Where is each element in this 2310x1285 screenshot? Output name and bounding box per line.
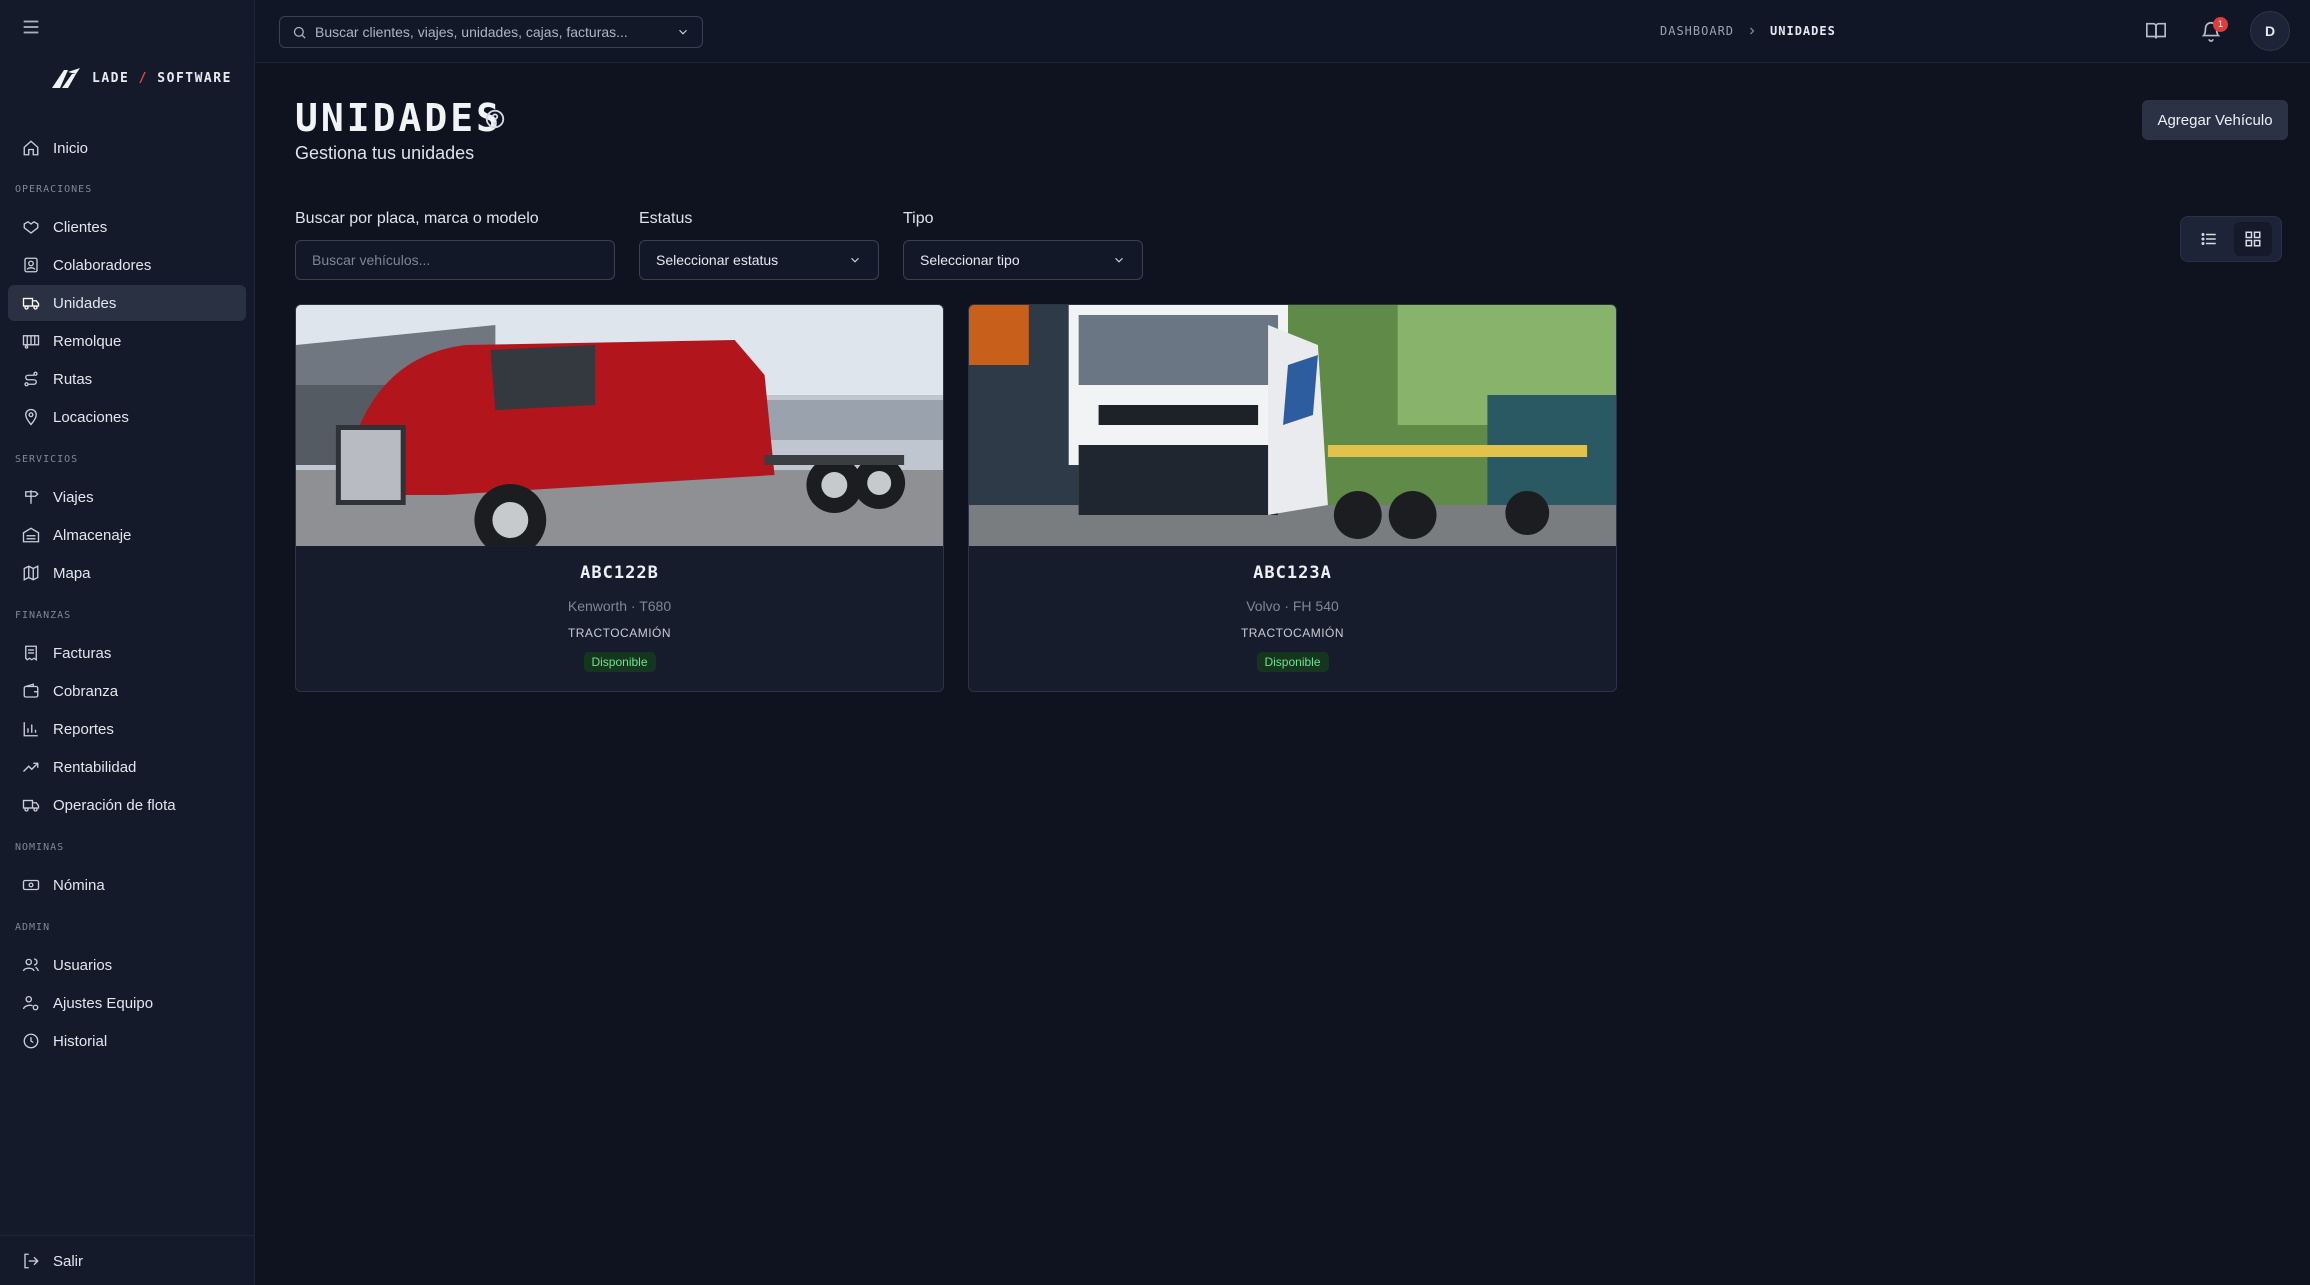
search-filter-label: Buscar por placa, marca o modelo	[295, 210, 539, 227]
sidebar-item-mapa[interactable]: Mapa	[8, 555, 246, 591]
logout-button[interactable]: Salir	[8, 1243, 246, 1279]
receipt-icon	[25, 645, 37, 662]
add-vehicle-button[interactable]: Agregar Vehículo	[2142, 100, 2288, 140]
global-search-input[interactable]: Buscar clientes, viajes, unidades, cajas…	[279, 16, 703, 48]
vehicle-search-input[interactable]: Buscar vehículos...	[295, 240, 615, 280]
wallet-icon	[23, 683, 39, 698]
book-open-icon[interactable]	[2145, 20, 2167, 42]
list-icon	[2201, 233, 2216, 245]
clock-icon	[23, 1033, 39, 1049]
logo-mark-icon	[52, 68, 80, 88]
vehicle-model: Kenworth · T680	[567, 598, 672, 614]
vehicle-plate: ABC123A	[1253, 563, 1332, 583]
nav-section-servicios: SERVICIOS	[15, 454, 79, 465]
grid-icon	[2245, 231, 2261, 247]
vehicle-plate: ABC122B	[580, 563, 659, 583]
sidebar-item-remolque[interactable]: Remolque	[8, 323, 246, 359]
breadcrumb: DASHBOARD UNIDADES	[1660, 24, 1836, 38]
avatar[interactable]: D	[2250, 11, 2290, 51]
status-badge: Disponible	[583, 652, 656, 672]
sidebar-item-cobranza[interactable]: Cobranza	[8, 673, 246, 709]
sidebar: LADE / SOFTWARE Inicio OPERACIONES Clien…	[0, 0, 255, 1285]
sidebar-item-operacion-flota[interactable]: Operación de flota	[8, 787, 246, 823]
status-select[interactable]: Seleccionar estatus	[639, 240, 879, 280]
sidebar-item-unidades[interactable]: Unidades	[8, 285, 246, 321]
vehicle-card[interactable]: ABC123A Volvo · FH 540 TRACTOCAMIÓN Disp…	[968, 304, 1617, 692]
notification-badge: 1	[2213, 17, 2228, 32]
users-icon	[22, 958, 40, 972]
route-icon	[24, 371, 38, 387]
sidebar-item-facturas[interactable]: Facturas	[8, 635, 246, 671]
grid-view-button[interactable]	[2234, 222, 2272, 256]
signpost-icon	[25, 490, 39, 504]
vehicle-card[interactable]: ABC122B Kenworth · T680 TRACTOCAMIÓN Dis…	[295, 304, 944, 692]
status-filter-label: Estatus	[639, 210, 693, 227]
vehicle-photo-white-volvo-flatbed-truck	[969, 305, 1616, 546]
chevron-down-icon	[679, 29, 687, 35]
menu-toggle-icon[interactable]	[20, 16, 42, 38]
vehicle-type: TRACTOCAMIÓN	[567, 626, 672, 640]
sidebar-item-colaboradores[interactable]: Colaboradores	[8, 247, 246, 283]
global-search-placeholder: Buscar clientes, viajes, unidades, cajas…	[315, 24, 628, 40]
breadcrumb-dashboard[interactable]: DASHBOARD	[1660, 24, 1734, 38]
container-icon	[22, 335, 40, 349]
sidebar-item-ajustes-equipo[interactable]: Ajustes Equipo	[8, 985, 246, 1021]
sidebar-item-historial[interactable]: Historial	[8, 1023, 246, 1059]
help-circle-icon[interactable]	[484, 108, 506, 130]
status-select-value: Seleccionar estatus	[656, 252, 779, 268]
sidebar-item-reportes[interactable]: Reportes	[8, 711, 246, 747]
nav-section-nominas: NOMINAS	[15, 842, 65, 853]
type-filter-label: Tipo	[903, 210, 934, 227]
breadcrumb-unidades: UNIDADES	[1770, 24, 1836, 38]
sidebar-item-usuarios[interactable]: Usuarios	[8, 947, 246, 983]
sidebar-item-clientes[interactable]: Clientes	[8, 209, 246, 245]
fleet-icon	[22, 799, 40, 812]
handshake-icon	[23, 220, 39, 234]
sidebar-item-nomina[interactable]: Nómina	[8, 867, 246, 903]
page-subtitle: Gestiona tus unidades	[295, 143, 475, 163]
chevron-down-icon	[1115, 257, 1123, 263]
chevron-down-icon	[851, 257, 859, 263]
map-icon	[23, 565, 39, 581]
search-icon	[293, 26, 306, 39]
status-badge: Disponible	[1256, 652, 1329, 672]
sidebar-item-inicio[interactable]: Inicio	[8, 130, 246, 166]
sidebar-item-viajes[interactable]: Viajes	[8, 479, 246, 515]
bar-chart-icon	[23, 722, 38, 737]
vehicle-photo-red-semi-truck	[296, 305, 943, 546]
warehouse-icon	[22, 527, 40, 543]
sidebar-footer: Salir	[0, 1235, 255, 1285]
topbar: Buscar clientes, viajes, unidades, cajas…	[255, 0, 2310, 63]
nav-section-operaciones: OPERACIONES	[15, 184, 93, 195]
trending-up-icon	[23, 762, 39, 772]
banknote-icon	[22, 879, 40, 891]
user-cog-icon	[22, 995, 39, 1011]
brand-logo[interactable]: LADE / SOFTWARE	[50, 66, 232, 90]
nav-section-finanzas: FINANZAS	[15, 610, 72, 621]
vehicle-type: TRACTOCAMIÓN	[1240, 626, 1345, 640]
sidebar-item-rutas[interactable]: Rutas	[8, 361, 246, 397]
map-pin-icon	[25, 408, 37, 426]
view-toggle	[2180, 216, 2282, 262]
sidebar-item-locaciones[interactable]: Locaciones	[8, 399, 246, 435]
type-select-value: Seleccionar tipo	[920, 252, 1020, 268]
nav-section-admin: ADMIN	[15, 922, 51, 933]
page-title: UNIDADES	[295, 96, 503, 140]
list-view-button[interactable]	[2190, 222, 2228, 256]
home-icon	[23, 140, 39, 156]
contact-icon	[24, 257, 38, 273]
brand-name: LADE / SOFTWARE	[92, 70, 232, 86]
sidebar-item-almacenaje[interactable]: Almacenaje	[8, 517, 246, 553]
sidebar-item-rentabilidad[interactable]: Rentabilidad	[8, 749, 246, 785]
chevron-right-icon	[1750, 27, 1755, 35]
type-select[interactable]: Seleccionar tipo	[903, 240, 1143, 280]
vehicle-model: Volvo · FH 540	[1246, 598, 1339, 614]
truck-icon	[22, 297, 40, 310]
log-out-icon	[24, 1253, 39, 1269]
